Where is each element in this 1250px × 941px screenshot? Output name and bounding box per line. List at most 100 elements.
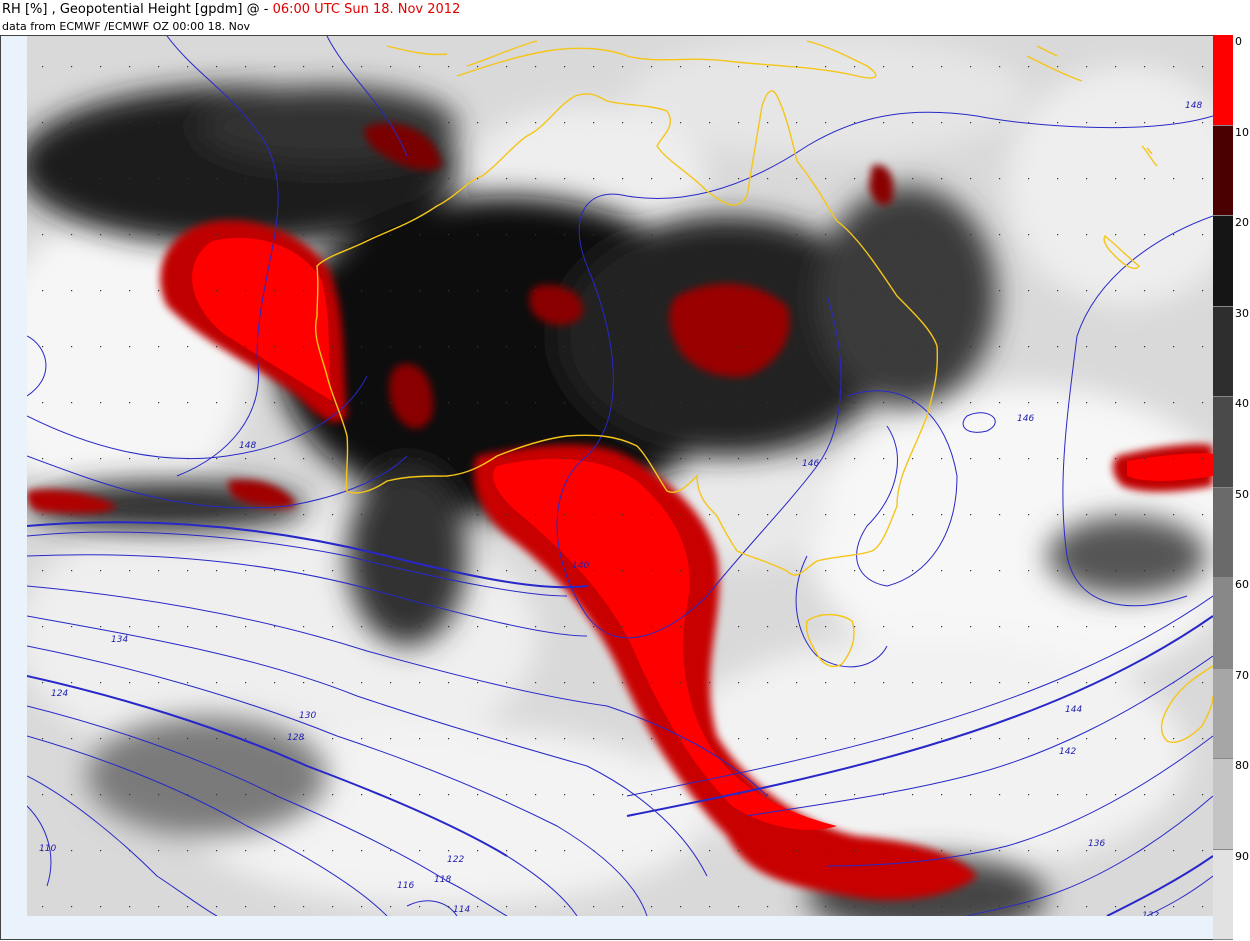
humidity-legend: 0 10 20 30 40 50 60 70 80 90 xyxy=(1213,35,1250,940)
grid-dot xyxy=(825,906,827,908)
grid-dot xyxy=(709,794,711,796)
grid-dot xyxy=(419,682,421,684)
grid-dot xyxy=(477,682,479,684)
grid-dot xyxy=(1202,570,1204,572)
grid-dot xyxy=(1144,66,1146,68)
grid-dot xyxy=(1144,122,1146,124)
grid-dot xyxy=(129,794,131,796)
grid-dot xyxy=(912,850,914,852)
grid-dot xyxy=(158,850,160,852)
grid-dot xyxy=(1086,290,1088,292)
grid-dot xyxy=(709,458,711,460)
grid-dot xyxy=(303,570,305,572)
grid-dot xyxy=(738,178,740,180)
grid-dot xyxy=(477,234,479,236)
legend-label: 10 xyxy=(1235,125,1249,139)
grid-dot xyxy=(999,514,1001,516)
grid-dot xyxy=(1028,290,1030,292)
grid-dot xyxy=(593,626,595,628)
grid-dot xyxy=(390,738,392,740)
grid-dot xyxy=(1086,850,1088,852)
grid-dot xyxy=(158,234,160,236)
grid-dot xyxy=(506,850,508,852)
grid-dot xyxy=(506,626,508,628)
grid-dot xyxy=(854,402,856,404)
grid-dot xyxy=(448,738,450,740)
grid-dot xyxy=(158,122,160,124)
grid-dot xyxy=(100,290,102,292)
contour-label: 148 xyxy=(1185,101,1202,111)
grid-dot xyxy=(535,570,537,572)
grid-dot xyxy=(825,122,827,124)
grid-dot xyxy=(245,570,247,572)
grid-dot xyxy=(419,626,421,628)
grid-dot xyxy=(1057,122,1059,124)
grid-dot xyxy=(1057,234,1059,236)
grid-dot xyxy=(767,290,769,292)
grid-dot xyxy=(622,234,624,236)
grid-dot xyxy=(651,234,653,236)
grid-dot xyxy=(332,794,334,796)
grid-dot xyxy=(651,66,653,68)
grid-dot xyxy=(245,290,247,292)
grid-dot xyxy=(1173,850,1175,852)
grid-dot xyxy=(390,794,392,796)
grid-dot xyxy=(1202,850,1204,852)
legend-swatch xyxy=(1213,125,1233,216)
grid-dot xyxy=(1173,514,1175,516)
grid-dot xyxy=(361,906,363,908)
grid-dot xyxy=(1057,850,1059,852)
grid-dot xyxy=(680,570,682,572)
grid-dot xyxy=(622,122,624,124)
grid-dot xyxy=(477,794,479,796)
grid-dot xyxy=(361,850,363,852)
grid-dot xyxy=(1028,626,1030,628)
grid-dot xyxy=(1202,626,1204,628)
grid-dot xyxy=(825,794,827,796)
grid-dot xyxy=(448,402,450,404)
grid-dot xyxy=(448,626,450,628)
grid-dot xyxy=(622,850,624,852)
grid-dot xyxy=(274,794,276,796)
grid-dot xyxy=(100,458,102,460)
grid-dot xyxy=(1086,738,1088,740)
legend-label: 40 xyxy=(1235,397,1249,410)
grid-dot xyxy=(680,290,682,292)
grid-dot xyxy=(216,234,218,236)
grid-dot xyxy=(1028,458,1030,460)
grid-dot xyxy=(854,346,856,348)
grid-dot xyxy=(970,738,972,740)
grid-dot xyxy=(245,514,247,516)
grid-dot xyxy=(999,570,1001,572)
grid-dot xyxy=(303,906,305,908)
grid-dot xyxy=(651,178,653,180)
grid-dot xyxy=(912,346,914,348)
grid-dot xyxy=(651,794,653,796)
grid-dot xyxy=(854,290,856,292)
grid-dot xyxy=(216,346,218,348)
grid-dot xyxy=(216,290,218,292)
grid-dot xyxy=(912,794,914,796)
grid-dot xyxy=(1115,66,1117,68)
grid-dot xyxy=(941,682,943,684)
grid-dot xyxy=(738,346,740,348)
grid-dot xyxy=(187,122,189,124)
grid-dot xyxy=(564,402,566,404)
grid-dot xyxy=(216,66,218,68)
grid-dot xyxy=(303,738,305,740)
grid-dot xyxy=(622,178,624,180)
contour-label: 110 xyxy=(39,844,56,854)
grid-dot xyxy=(651,738,653,740)
grid-dot xyxy=(564,346,566,348)
grid-dot xyxy=(245,626,247,628)
grid-dot xyxy=(941,570,943,572)
grid-dot xyxy=(1028,906,1030,908)
grid-dot xyxy=(1173,346,1175,348)
grid-dot xyxy=(419,178,421,180)
grid-dot xyxy=(709,178,711,180)
grid-dot xyxy=(158,626,160,628)
grid-dot xyxy=(303,290,305,292)
grid-dot xyxy=(187,906,189,908)
title-variables: RH [%] , Geopotential Height [gpdm] @ - xyxy=(2,2,273,17)
grid-dot xyxy=(825,178,827,180)
